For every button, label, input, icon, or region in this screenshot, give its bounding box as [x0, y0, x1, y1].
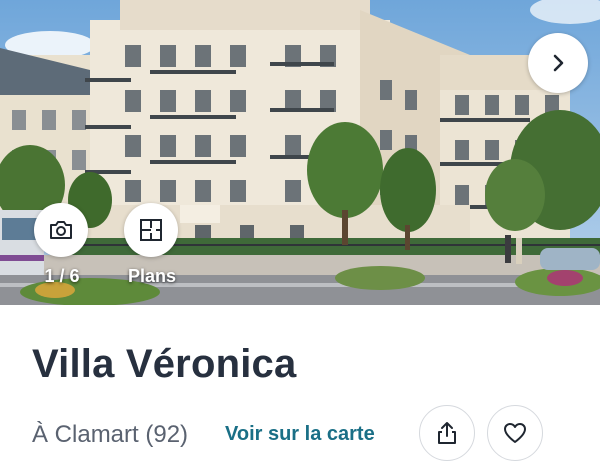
favorite-button[interactable] — [487, 405, 543, 461]
listing-title: Villa Véronica — [32, 342, 297, 386]
plans-button[interactable] — [124, 203, 178, 257]
plans-label: Plans — [127, 266, 177, 286]
view-on-map-link[interactable]: Voir sur la carte — [225, 423, 375, 446]
photo-counter: 1 / 6 — [44, 266, 80, 286]
building-photo — [0, 0, 600, 305]
share-icon — [438, 422, 456, 444]
photos-button[interactable] — [34, 203, 88, 257]
share-button[interactable] — [419, 405, 475, 461]
floor-plan-icon — [140, 219, 162, 241]
listing-location: À Clamart (92) — [32, 421, 189, 448]
next-photo-button[interactable] — [528, 33, 588, 93]
camera-icon — [50, 221, 72, 239]
chevron-right-icon — [553, 54, 564, 72]
photo-gallery[interactable]: 1 / 6 Plans — [0, 0, 600, 305]
heart-icon — [504, 423, 526, 443]
